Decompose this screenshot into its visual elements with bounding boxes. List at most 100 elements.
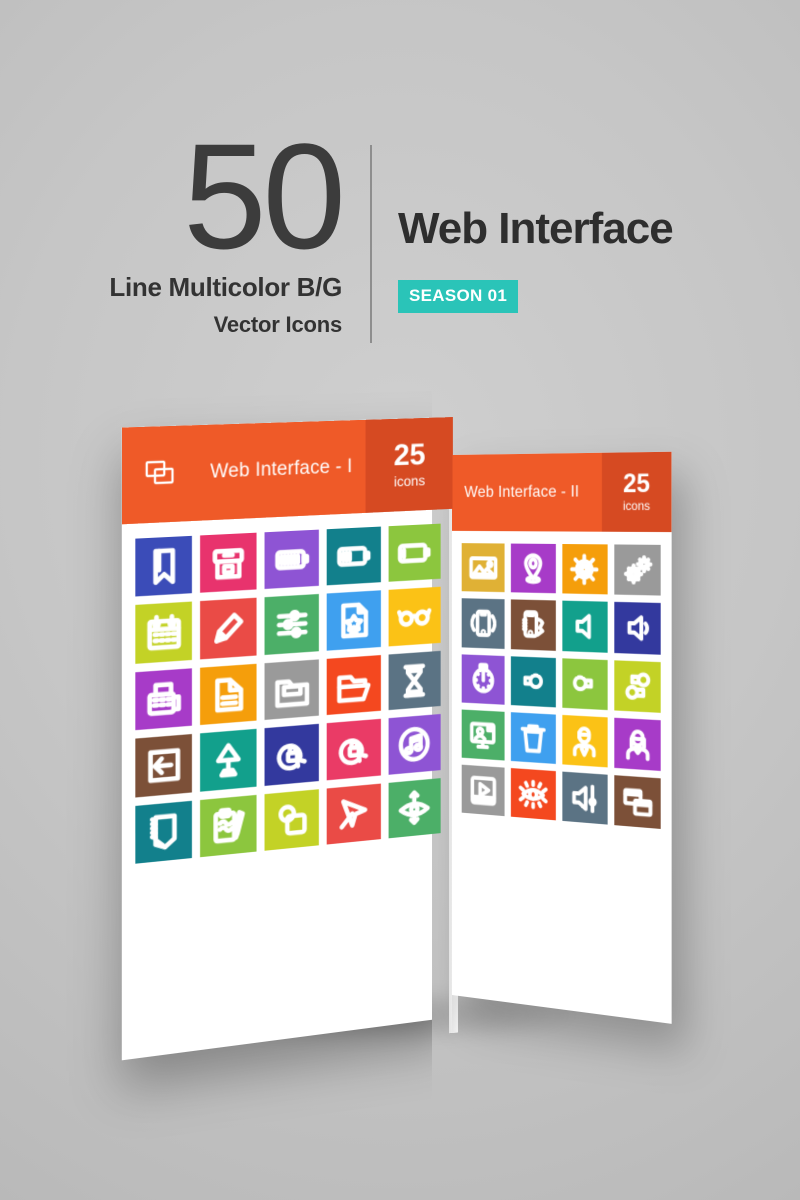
folded-book: Web Interface - II 25 icons Web Interfac… — [0, 395, 800, 1095]
icon-tile[interactable] — [561, 771, 608, 825]
shapes-icon — [272, 797, 311, 842]
icon-tile[interactable] — [135, 601, 193, 664]
picture-image-icon — [468, 550, 499, 586]
icon-tile[interactable] — [264, 529, 320, 590]
page-title: Web Interface — [398, 204, 674, 253]
panel-back-count-label: icons — [622, 498, 651, 514]
icon-tile[interactable] — [264, 724, 320, 786]
icon-tile[interactable] — [614, 602, 661, 655]
icon-tile[interactable] — [200, 598, 257, 660]
panel-back-header: Web Interface - II 25 icons — [452, 451, 672, 533]
season-badge: SEASON 01 — [398, 280, 519, 313]
panel-back-grid — [452, 531, 672, 847]
windows-layers-icon — [621, 783, 655, 822]
icon-tile[interactable] — [388, 650, 441, 711]
unlock-refresh-icon — [334, 728, 373, 772]
cursor-arrow-icon — [334, 792, 373, 836]
calendar-icon — [143, 611, 184, 655]
icon-tile[interactable] — [326, 526, 381, 586]
header-left: 50 Line Multicolor B/G Vector Icons — [0, 120, 368, 350]
icon-tile[interactable] — [461, 598, 505, 649]
icon-tile[interactable] — [614, 544, 661, 596]
windows-icon — [145, 458, 180, 491]
icon-tile[interactable] — [511, 599, 556, 651]
icon-tile[interactable] — [511, 655, 556, 708]
panel-back-title: Web Interface - II — [464, 483, 580, 501]
icon-tile[interactable] — [388, 777, 441, 839]
header: 50 Line Multicolor B/G Vector Icons Web … — [0, 120, 800, 360]
gear-icon — [568, 551, 601, 587]
icon-tile[interactable] — [511, 768, 556, 821]
book-mockup: Web Interface - II 25 icons Web Interfac… — [0, 395, 800, 1095]
icon-tile[interactable] — [326, 590, 381, 651]
user-male-icon — [568, 722, 601, 760]
icon-tile[interactable] — [200, 729, 257, 792]
icon-tile[interactable] — [561, 714, 608, 768]
icon-tile[interactable] — [614, 775, 661, 830]
icon-tile[interactable] — [561, 657, 608, 710]
icon-tile[interactable] — [135, 800, 193, 864]
icon-tile[interactable] — [561, 543, 608, 595]
document-file-icon — [208, 672, 248, 716]
panel-front-grid — [122, 509, 453, 884]
settings-sliders-icon — [272, 603, 311, 646]
speaker-low-icon — [621, 609, 655, 647]
glasses-icon — [396, 595, 434, 638]
icon-tile[interactable] — [388, 523, 441, 583]
panel-back-count-number: 25 — [623, 468, 650, 499]
battery-full-icon — [272, 538, 311, 581]
icon-tile[interactable] — [511, 711, 556, 764]
certificate-file-icon — [334, 599, 373, 642]
panel-back: Web Interface - II 25 icons — [452, 451, 672, 1024]
icon-tile[interactable] — [388, 714, 441, 775]
header-divider — [370, 145, 372, 343]
video-call-icon — [468, 716, 499, 753]
volume-control-icon — [568, 779, 601, 817]
header-right: Web Interface SEASON 01 — [398, 120, 798, 350]
eye-visibility-icon — [517, 775, 549, 813]
icon-tile[interactable] — [264, 594, 320, 655]
panel-front-header: Web Interface - I 25 icons — [121, 417, 453, 525]
bookmark-icon — [143, 544, 184, 588]
gears-double-icon — [621, 552, 655, 589]
icon-tile[interactable] — [200, 532, 257, 594]
hourglass-icon — [396, 659, 434, 702]
pins-double-icon — [621, 667, 655, 705]
icon-tile[interactable] — [264, 659, 320, 721]
icon-tile[interactable] — [200, 794, 257, 858]
icon-tile[interactable] — [264, 788, 320, 851]
icon-tile[interactable] — [135, 668, 193, 731]
icon-tile[interactable] — [461, 764, 505, 817]
icon-tile[interactable] — [511, 543, 556, 594]
stopwatch-icon — [468, 661, 499, 697]
icon-tile[interactable] — [461, 653, 505, 705]
icon-tile[interactable] — [388, 587, 441, 647]
panel-front-count-number: 25 — [393, 437, 426, 473]
icon-tile[interactable] — [614, 717, 661, 771]
icon-tile[interactable] — [135, 734, 193, 798]
panel-front-title: Web Interface - I — [210, 455, 353, 483]
header-subtitle-1: Line Multicolor B/G — [109, 272, 342, 302]
icon-tile[interactable] — [561, 600, 608, 653]
icon-tile[interactable] — [461, 709, 505, 761]
video-player-icon — [468, 772, 499, 809]
music-note-icon — [396, 723, 434, 766]
archive-box-icon — [208, 541, 248, 585]
header-subtitle-2: Vector Icons — [213, 312, 343, 337]
icon-tile[interactable] — [326, 783, 381, 845]
panel-front-count: 25 icons — [365, 417, 453, 514]
location-pin-icon — [517, 550, 549, 586]
icon-tile[interactable] — [461, 543, 505, 593]
panel-front: Web Interface - I 25 icons — [121, 417, 454, 1061]
panel-front-count-label: icons — [393, 472, 426, 490]
icon-tile[interactable] — [200, 663, 257, 726]
lock-refresh-icon — [272, 733, 311, 777]
hand-phone-icon — [517, 607, 549, 643]
icon-tile[interactable] — [614, 659, 661, 713]
icon-tile[interactable] — [135, 535, 193, 597]
clipboard-pencil-icon — [208, 803, 248, 848]
icon-tile[interactable] — [326, 719, 381, 780]
panel-back-count: 25 icons — [601, 451, 672, 533]
icon-tile[interactable] — [326, 654, 381, 716]
battery-medium-icon — [334, 535, 373, 578]
